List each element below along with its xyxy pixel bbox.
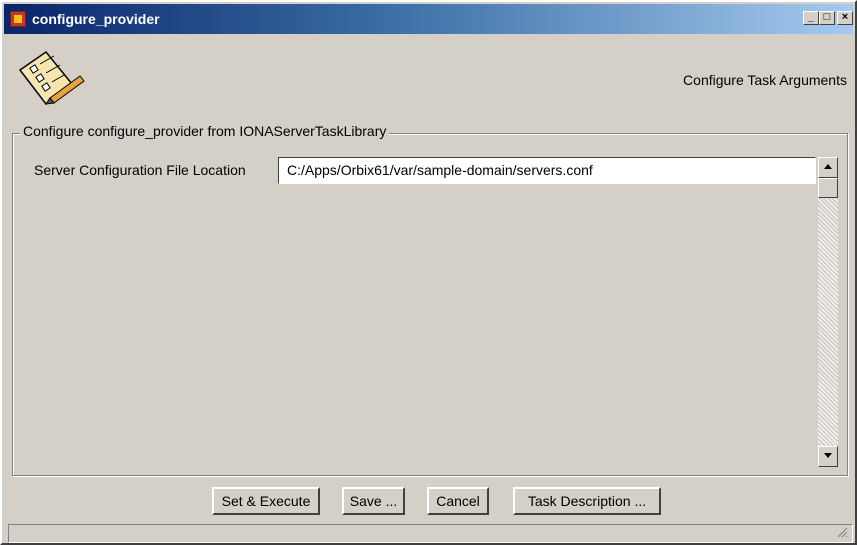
cancel-button[interactable]: Cancel	[427, 487, 489, 515]
title-bar[interactable]: configure_provider _ □ ×	[4, 4, 853, 34]
minimize-button[interactable]: _	[803, 11, 819, 25]
arrow-up-icon	[824, 164, 832, 169]
scroll-thumb[interactable]	[818, 178, 838, 198]
resize-grip-icon[interactable]	[836, 526, 848, 538]
maximize-icon: □	[823, 11, 831, 23]
minimize-icon: _	[807, 11, 815, 23]
vertical-scrollbar[interactable]	[818, 157, 838, 467]
app-icon[interactable]	[10, 11, 26, 27]
task-description-button[interactable]: Task Description ...	[513, 487, 661, 515]
close-icon: ×	[841, 11, 849, 23]
status-bar	[8, 524, 853, 543]
server-config-file-input[interactable]: C:/Apps/Orbix61/var/sample-domain/server…	[278, 157, 816, 184]
checklist-pencil-icon	[18, 50, 85, 106]
window-title: configure_provider	[32, 11, 160, 27]
maximize-button[interactable]: □	[819, 11, 835, 25]
set-execute-button[interactable]: Set & Execute	[212, 487, 320, 515]
group-legend: Configure configure_provider from IONASe…	[20, 123, 390, 139]
page-title: Configure Task Arguments	[683, 72, 847, 88]
configure-provider-window: configure_provider _ □ × Configure Task …	[0, 0, 857, 545]
server-config-file-label: Server Configuration File Location	[34, 162, 246, 178]
save-button[interactable]: Save ...	[342, 487, 405, 515]
scroll-down-button[interactable]	[818, 446, 838, 467]
configure-group-box	[12, 133, 848, 476]
arrow-down-icon	[824, 453, 832, 458]
close-button[interactable]: ×	[837, 11, 853, 25]
scroll-up-button[interactable]	[818, 157, 838, 178]
